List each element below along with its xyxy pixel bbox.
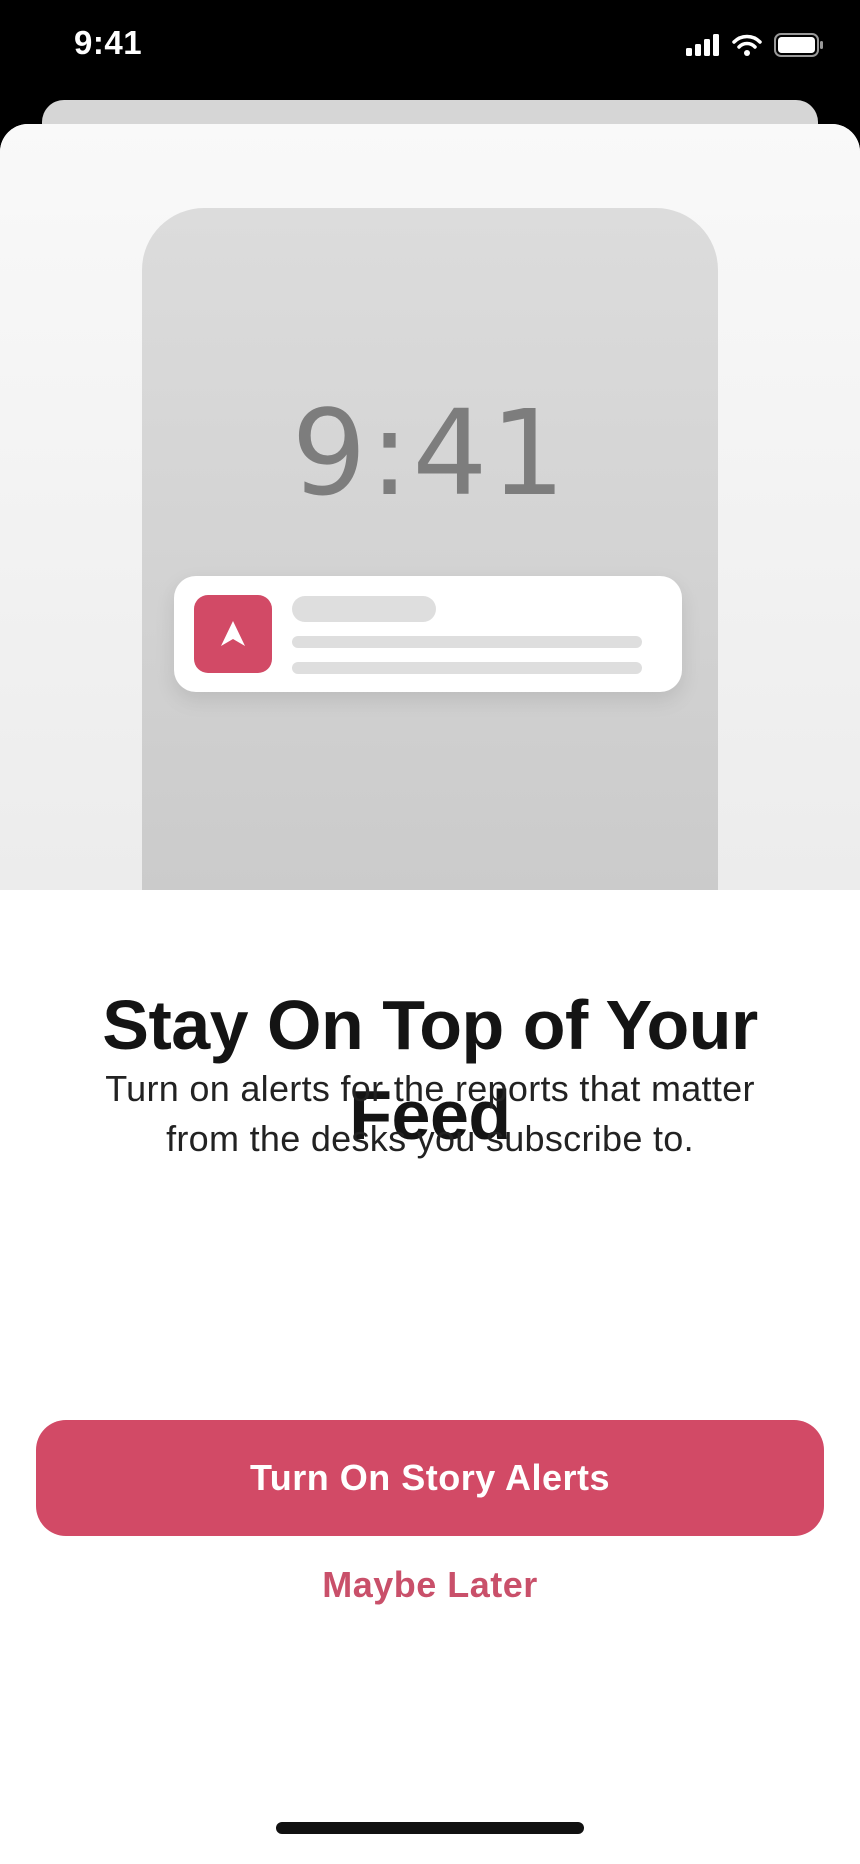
app-icon [194, 595, 272, 673]
cellular-signal-icon [686, 33, 720, 61]
status-bar: 9:41 [0, 0, 860, 100]
turn-on-alerts-button[interactable]: Turn On Story Alerts [36, 1420, 824, 1536]
maybe-later-button[interactable]: Maybe Later [230, 1550, 630, 1620]
status-time: 9:41 [74, 24, 143, 61]
status-icons [686, 32, 824, 62]
notification-title-placeholder [292, 596, 436, 622]
description: Turn on alerts for the reports that matt… [105, 1068, 755, 1159]
battery-icon [774, 32, 824, 62]
hero-illustration: 9:41 [0, 124, 860, 890]
notification-line-placeholder [292, 636, 642, 648]
notification-line-placeholder [292, 662, 642, 674]
phone-lockscreen-time: 9:41 [291, 384, 569, 522]
navigation-arrow-icon [221, 621, 245, 646]
phone-illustration: 9:41 [142, 208, 718, 890]
wifi-icon [732, 34, 762, 61]
notification-preview [174, 576, 682, 692]
home-indicator [276, 1822, 584, 1834]
